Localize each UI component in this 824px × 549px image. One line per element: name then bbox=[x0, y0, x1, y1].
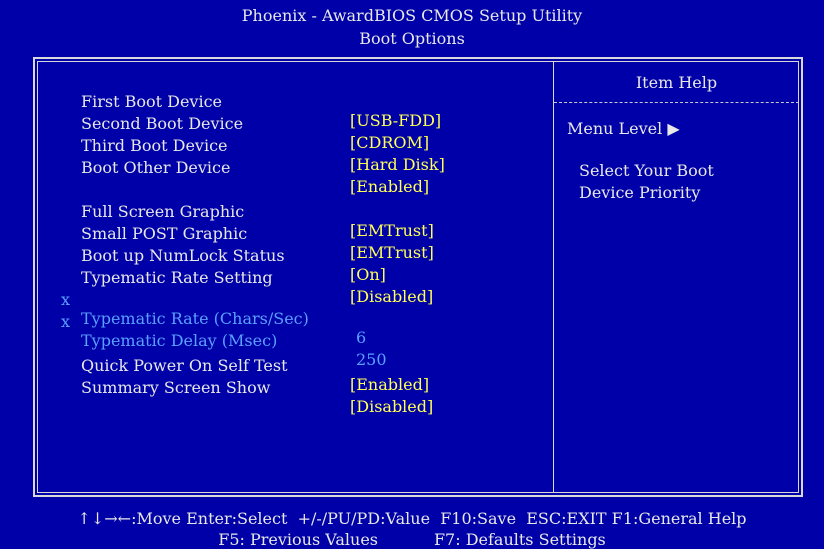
setting-third-boot-device[interactable]: Third Boot Device [Hard Disk] bbox=[0, 117, 553, 174]
setting-quick-post[interactable]: Quick Power On Self Test [Enabled] bbox=[0, 337, 553, 394]
panel-divider bbox=[553, 61, 554, 493]
key-hints-line: ↑↓→←:Move Enter:Select +/-/PU/PD:Value F… bbox=[77, 509, 747, 528]
setting-typematic-delay: x Typematic Delay (Msec) 250 bbox=[0, 293, 553, 369]
item-help-title: Item Help bbox=[635, 73, 718, 92]
setting-first-boot-device[interactable]: First Boot Device [USB-FDD] bbox=[0, 73, 553, 130]
setting-label: Boot Other Device bbox=[81, 158, 231, 177]
setting-small-post-graphic[interactable]: Small POST Graphic [EMTrust] bbox=[0, 205, 553, 262]
header-bar: Phoenix - AwardBIOS CMOS Setup Utility B… bbox=[0, 0, 824, 56]
disabled-marker: x bbox=[61, 312, 71, 331]
setting-boot-other-device[interactable]: Boot Other Device [Enabled] bbox=[0, 139, 553, 196]
setting-value[interactable]: [Disabled] bbox=[350, 397, 433, 416]
setting-typematic-rate: x Typematic Rate (Chars/Sec) 6 bbox=[0, 271, 553, 347]
help-title-divider bbox=[554, 102, 799, 103]
help-description-line: Device Priority bbox=[579, 183, 701, 202]
page-title: Boot Options bbox=[359, 29, 465, 48]
setting-label: Summary Screen Show bbox=[81, 378, 271, 397]
setting-numlock-status[interactable]: Boot up NumLock Status [On] bbox=[0, 227, 553, 284]
setting-second-boot-device[interactable]: Second Boot Device [CDROM] bbox=[0, 95, 553, 152]
help-description-line: Select Your Boot bbox=[579, 161, 714, 180]
function-key-hints-line: F5: Previous Values F7: Defaults Setting… bbox=[218, 530, 606, 549]
setting-summary-screen-show[interactable]: Summary Screen Show [Disabled] bbox=[0, 359, 553, 416]
setting-full-screen-graphic[interactable]: Full Screen Graphic [EMTrust] bbox=[0, 183, 553, 240]
setting-typematic-rate-setting[interactable]: Typematic Rate Setting [Disabled] bbox=[0, 249, 553, 306]
menu-level-text: Menu Level ▶ bbox=[567, 119, 680, 138]
app-title: Phoenix - AwardBIOS CMOS Setup Utility bbox=[241, 6, 583, 25]
